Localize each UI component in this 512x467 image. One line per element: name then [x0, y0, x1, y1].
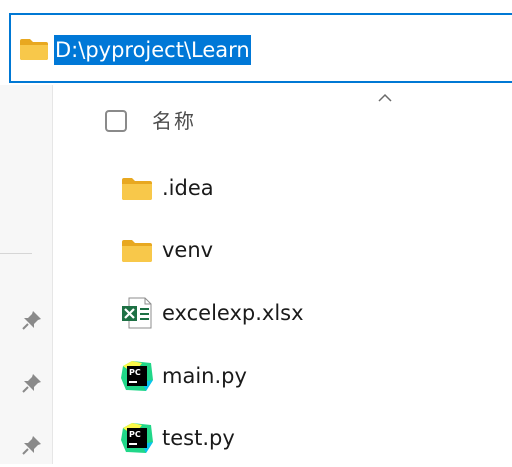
pin-icon[interactable] — [20, 371, 44, 395]
nav-divider — [0, 253, 32, 254]
column-header-name[interactable]: 名称 — [152, 107, 196, 135]
address-bar[interactable]: D:\pyproject\Learn — [9, 13, 512, 83]
file-name[interactable]: test.py — [162, 423, 235, 453]
select-all-checkbox[interactable] — [105, 110, 127, 132]
address-path[interactable]: D:\pyproject\Learn — [54, 35, 251, 65]
folder-icon — [122, 240, 152, 262]
file-name[interactable]: venv — [162, 235, 213, 265]
file-name[interactable]: .idea — [162, 173, 214, 203]
list-item[interactable]: excelexp.xlsx — [100, 284, 510, 342]
list-item[interactable]: .idea — [100, 159, 510, 217]
chevron-up-icon[interactable] — [377, 93, 393, 103]
list-item[interactable]: venv — [100, 221, 510, 279]
pycharm-file-icon: PC — [121, 361, 153, 391]
pin-icon[interactable] — [20, 308, 44, 332]
file-name[interactable]: main.py — [162, 361, 247, 391]
pane-divider — [52, 85, 53, 464]
svg-text:PC: PC — [129, 430, 141, 439]
navigation-pane — [0, 85, 52, 464]
excel-file-icon — [122, 297, 152, 329]
svg-text:PC: PC — [129, 368, 141, 377]
folder-icon — [20, 39, 48, 60]
file-name[interactable]: excelexp.xlsx — [162, 298, 304, 328]
list-item[interactable]: PC test.py — [100, 409, 510, 467]
list-item[interactable]: PC main.py — [100, 347, 510, 405]
pycharm-file-icon: PC — [121, 423, 153, 453]
folder-icon — [122, 178, 152, 200]
pin-icon[interactable] — [20, 433, 44, 457]
